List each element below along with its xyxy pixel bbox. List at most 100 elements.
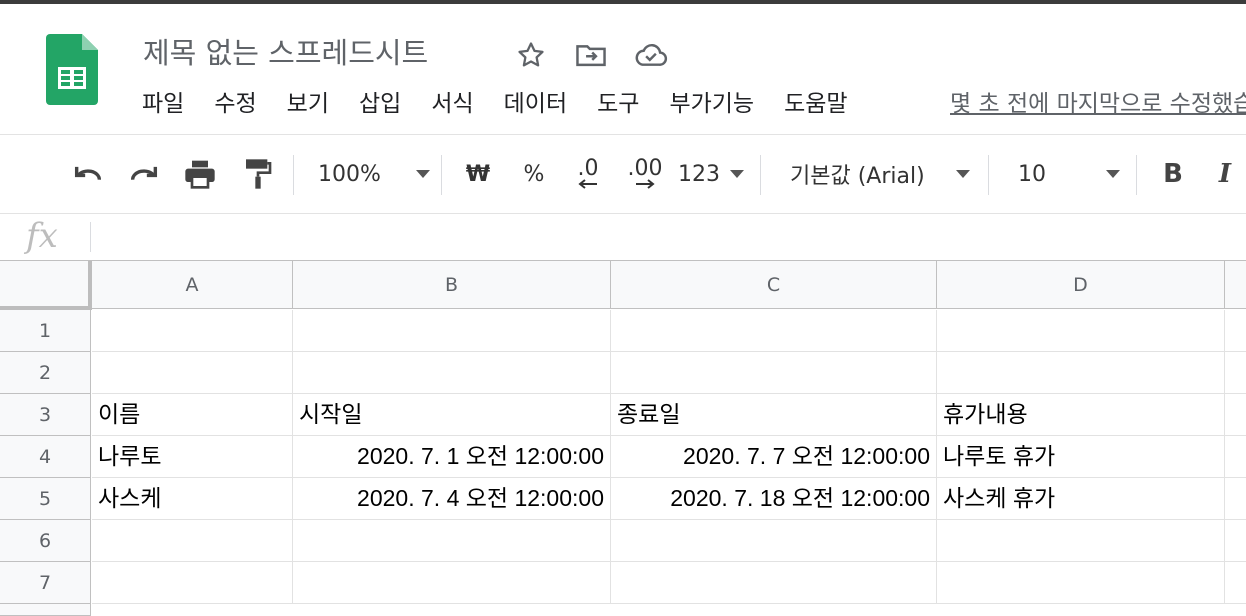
- font-size-value: 10: [1018, 161, 1046, 187]
- cell[interactable]: [293, 562, 611, 604]
- row-header-3[interactable]: 3: [0, 394, 91, 436]
- spreadsheet-grid: A B C D 1 2 3 4 5 6 7 이름 시작일 종료일 휴가내용 나루…: [0, 261, 1246, 616]
- sheets-logo-icon[interactable]: [46, 34, 98, 105]
- paint-format-icon[interactable]: [238, 155, 278, 193]
- cell[interactable]: [937, 562, 1225, 604]
- column-header-d[interactable]: D: [937, 261, 1225, 309]
- menu-edit[interactable]: 수정: [214, 88, 256, 124]
- cell[interactable]: [611, 520, 937, 562]
- toolbar-separator: [988, 155, 989, 195]
- cell-d5[interactable]: 사스케 휴가: [937, 478, 1225, 520]
- print-icon[interactable]: [180, 155, 220, 193]
- column-header-a[interactable]: A: [92, 261, 293, 309]
- column-header-partial[interactable]: [1225, 261, 1246, 309]
- cell-a3[interactable]: 이름: [92, 394, 293, 436]
- cloud-saved-icon[interactable]: [634, 38, 668, 72]
- row-header-6[interactable]: 6: [0, 520, 91, 562]
- undo-icon[interactable]: [68, 155, 108, 193]
- toolbar-separator: [441, 155, 442, 195]
- bold-button[interactable]: B: [1156, 155, 1190, 193]
- format-percent-button[interactable]: %: [518, 155, 550, 193]
- move-to-folder-icon[interactable]: [574, 38, 608, 72]
- cell[interactable]: [293, 310, 611, 352]
- menu-bar: 파일 수정 보기 삽입 서식 데이터 도구 부가기능 도움말: [142, 88, 878, 124]
- cell-c3[interactable]: 종료일: [611, 394, 937, 436]
- format-currency-button[interactable]: ₩: [462, 155, 494, 193]
- cell[interactable]: [937, 310, 1225, 352]
- redo-icon[interactable]: [124, 155, 164, 193]
- arrow-right-icon: [636, 179, 655, 189]
- column-header-b[interactable]: B: [293, 261, 611, 309]
- font-family-value: 기본값 (Arial): [790, 164, 925, 189]
- function-icon: fx: [26, 216, 58, 256]
- row-header-7[interactable]: 7: [0, 562, 91, 604]
- cell[interactable]: [611, 562, 937, 604]
- zoom-value: 100%: [318, 161, 381, 187]
- cell[interactable]: [92, 352, 293, 394]
- document-title[interactable]: 제목 없는 스프레드시트: [143, 30, 428, 72]
- row-header-partial[interactable]: [0, 604, 91, 616]
- column-header-c[interactable]: C: [611, 261, 937, 309]
- cell[interactable]: [1225, 394, 1246, 436]
- cell-b5[interactable]: 2020. 7. 4 오전 12:00:00: [293, 478, 611, 520]
- cell[interactable]: [1225, 520, 1246, 562]
- cell-c4[interactable]: 2020. 7. 7 오전 12:00:00: [611, 436, 937, 478]
- toolbar-separator: [1136, 155, 1137, 195]
- cell[interactable]: [92, 310, 293, 352]
- app-header: 제목 없는 스프레드시트 파일 수정 보기 삽입 서식 데이터 도구 부가기능 …: [0, 4, 1246, 134]
- menu-insert[interactable]: 삽입: [359, 88, 401, 124]
- menu-data[interactable]: 데이터: [504, 88, 567, 124]
- chevron-down-icon: [416, 170, 430, 178]
- font-size-select[interactable]: 10: [1018, 155, 1120, 193]
- font-family-select[interactable]: 기본값 (Arial): [790, 155, 970, 193]
- cell[interactable]: [1225, 478, 1246, 520]
- cell-b3[interactable]: 시작일: [293, 394, 611, 436]
- toolbar-separator: [293, 155, 294, 195]
- chevron-down-icon: [1106, 170, 1120, 178]
- cell[interactable]: [937, 352, 1225, 394]
- italic-button[interactable]: I: [1210, 155, 1240, 193]
- menu-view[interactable]: 보기: [287, 88, 329, 124]
- arrow-left-icon: [578, 179, 597, 189]
- menu-file[interactable]: 파일: [142, 88, 184, 124]
- menu-help[interactable]: 도움말: [784, 88, 847, 124]
- cell[interactable]: [92, 520, 293, 562]
- last-edit-link[interactable]: 몇 초 전에 마지막으로 수정했습니다: [950, 88, 1246, 120]
- cell[interactable]: [1225, 436, 1246, 478]
- cell[interactable]: [1225, 562, 1246, 604]
- formula-input[interactable]: [100, 220, 1230, 254]
- cell[interactable]: [1225, 310, 1246, 352]
- cell-b4[interactable]: 2020. 7. 1 오전 12:00:00: [293, 436, 611, 478]
- cell-a5[interactable]: 사스케: [92, 478, 293, 520]
- formula-bar: fx: [0, 214, 1246, 260]
- cell[interactable]: [92, 562, 293, 604]
- menu-tools[interactable]: 도구: [597, 88, 639, 124]
- menu-addons[interactable]: 부가기능: [669, 88, 754, 124]
- increase-decimal-button[interactable]: .00: [622, 155, 668, 193]
- cell-c5[interactable]: 2020. 7. 18 오전 12:00:00: [611, 478, 937, 520]
- cell[interactable]: [611, 310, 937, 352]
- row-header-5[interactable]: 5: [0, 478, 91, 520]
- toolbar-separator: [760, 155, 761, 195]
- row-header-2[interactable]: 2: [0, 352, 91, 394]
- cell[interactable]: [293, 352, 611, 394]
- star-icon[interactable]: [514, 38, 548, 72]
- zoom-select[interactable]: 100%: [318, 155, 430, 193]
- formula-separator: [90, 222, 91, 252]
- row-header-4[interactable]: 4: [0, 436, 91, 478]
- chevron-down-icon: [956, 170, 970, 178]
- menu-format[interactable]: 서식: [431, 88, 473, 124]
- cell[interactable]: [937, 520, 1225, 562]
- decrease-decimal-button[interactable]: .0: [568, 155, 608, 193]
- chevron-down-icon: [730, 170, 744, 178]
- toolbar: 100% ₩ % .0 .00 123 기본값 (Arial) 10 B I: [0, 135, 1246, 213]
- cell-d4[interactable]: 나루토 휴가: [937, 436, 1225, 478]
- cell[interactable]: [611, 352, 937, 394]
- select-all-corner[interactable]: [0, 261, 92, 310]
- cell-a4[interactable]: 나루토: [92, 436, 293, 478]
- cell-d3[interactable]: 휴가내용: [937, 394, 1225, 436]
- cell[interactable]: [293, 520, 611, 562]
- row-header-1[interactable]: 1: [0, 310, 91, 352]
- cell[interactable]: [1225, 352, 1246, 394]
- more-formats-button[interactable]: 123: [678, 155, 744, 193]
